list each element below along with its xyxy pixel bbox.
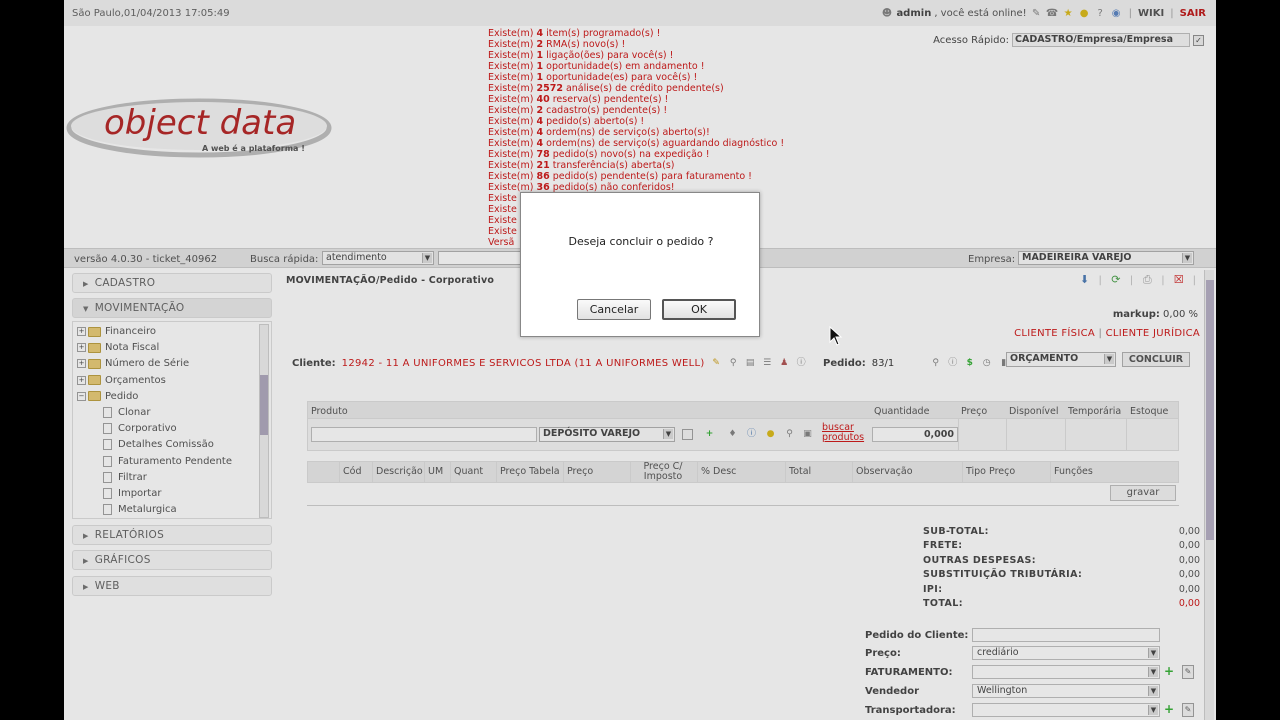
cancel-button[interactable]: Cancelar (577, 299, 651, 320)
app-window: São Paulo,01/04/2013 17:05:49 ☻ admin , … (64, 0, 1216, 720)
ok-button[interactable]: OK (662, 299, 736, 320)
confirm-dialog: Deseja concluir o pedido ? Cancelar OK (520, 192, 760, 337)
modal-overlay (64, 0, 1216, 720)
dialog-message: Deseja concluir o pedido ? (568, 235, 714, 248)
